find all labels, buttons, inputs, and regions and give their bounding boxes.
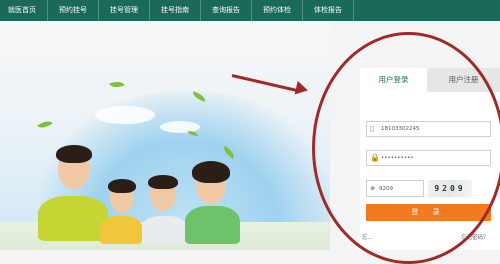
leaf <box>37 117 53 132</box>
nav-item-book-checkup[interactable]: 预约体检 <box>252 0 303 21</box>
hero-banner <box>0 21 330 250</box>
nav-item-checkup-report[interactable]: 体检报告 <box>303 0 354 21</box>
nav-item-registration-management[interactable]: 挂号管理 <box>99 0 150 21</box>
cloud <box>95 106 155 124</box>
leaf <box>109 78 125 91</box>
annotation-circle <box>312 32 500 264</box>
top-nav: 就医首页 预约挂号 挂号管理 挂号指南 查询报告 预约体检 体检报告 <box>0 0 500 21</box>
nav-item-registration-guide[interactable]: 挂号指南 <box>150 0 201 21</box>
nav-item-query-report[interactable]: 查询报告 <box>201 0 252 21</box>
nav-item-home[interactable]: 就医首页 <box>0 0 48 21</box>
nav-item-appointment[interactable]: 预约挂号 <box>48 0 99 21</box>
